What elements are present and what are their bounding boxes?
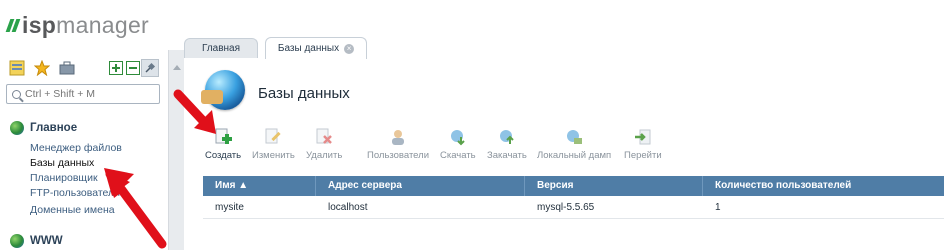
local-dump-label: Локальный дамп [537, 150, 612, 161]
sidebar-section-main-label: Главное [30, 122, 78, 134]
search-icon [12, 89, 21, 99]
users-button[interactable]: Пользователи [367, 128, 429, 161]
edit-button[interactable]: Изменить [252, 128, 295, 161]
logo-text: ispmanager [22, 12, 149, 39]
goto-button[interactable]: Перейти [624, 128, 662, 161]
cell-user-count: 1 [715, 202, 721, 213]
users-label: Пользователи [367, 150, 430, 161]
favorites-star-icon[interactable] [34, 60, 50, 76]
local-dump-icon [567, 130, 583, 144]
page-title: Базы данных [258, 85, 350, 102]
create-label: Создать [205, 150, 242, 161]
column-header-name[interactable]: Имя ▲ [203, 176, 316, 196]
expand-all-icon[interactable] [108, 60, 124, 76]
cell-version: mysql-5.5.65 [537, 202, 595, 213]
column-header-user-count[interactable]: Количество пользователей [703, 176, 944, 196]
goto-icon [634, 129, 651, 145]
www-globe-icon [10, 234, 24, 248]
upload-label: Закачать [487, 150, 527, 161]
collapse-arrow-icon[interactable] [173, 65, 181, 70]
sidebar-section-main[interactable]: Главное [10, 121, 77, 135]
briefcase-icon[interactable] [59, 60, 75, 76]
users-icon [392, 130, 404, 145]
table-row[interactable]: mysite localhost mysql-5.5.65 1 [203, 198, 944, 219]
table-header: Имя ▲ Адрес сервера Версия Количество по… [203, 176, 944, 196]
tab-databases-label: Базы данных [277, 43, 340, 54]
logo-part1: isp [22, 11, 57, 38]
edit-icon [265, 128, 282, 144]
collapse-all-icon[interactable] [125, 60, 141, 76]
sidebar-item-scheduler[interactable]: Планировщик [30, 172, 98, 184]
edit-label: Изменить [252, 150, 295, 161]
upload-icon [499, 130, 514, 144]
sidebar-item-file-manager[interactable]: Менеджер файлов [30, 142, 122, 154]
search-field[interactable] [6, 84, 160, 104]
download-label: Скачать [440, 150, 476, 161]
sidebar-item-databases[interactable]: Базы данных [30, 157, 94, 169]
download-button[interactable]: Скачать [440, 128, 476, 161]
column-header-version[interactable]: Версия [525, 176, 703, 196]
upload-button[interactable]: Закачать [487, 128, 527, 161]
tree-view-icon[interactable] [9, 60, 25, 76]
goto-label: Перейти [624, 150, 662, 161]
panel-splitter[interactable] [168, 50, 185, 250]
tab-main-label: Главная [201, 43, 241, 54]
local-dump-button[interactable]: Локальный дамп [537, 128, 611, 161]
cell-server: localhost [328, 202, 368, 213]
search-input[interactable] [21, 87, 157, 101]
annotation-arrow-sidebar-icon [104, 168, 167, 249]
cell-name: mysite [215, 202, 244, 213]
delete-label: Удалить [306, 150, 343, 161]
sidebar-item-domains[interactable]: Доменные имена [30, 204, 115, 216]
annotation-arrow-create-icon [173, 89, 216, 134]
sidebar-section-www[interactable]: WWW [10, 234, 63, 248]
globe-icon [10, 121, 24, 135]
logo-mark-icon [5, 18, 21, 32]
app-logo: ispmanager [5, 10, 149, 40]
tab-databases[interactable]: Базы данных × [265, 37, 367, 59]
delete-button[interactable]: Удалить [306, 128, 342, 161]
column-header-server[interactable]: Адрес сервера [316, 176, 525, 196]
sidebar-section-www-label: WWW [30, 235, 63, 247]
delete-icon [316, 128, 333, 144]
close-tab-icon[interactable]: × [344, 43, 355, 54]
tab-main[interactable]: Главная [184, 38, 258, 58]
logo-part2: manager [56, 11, 150, 38]
download-icon [450, 130, 465, 146]
pin-icon[interactable] [141, 59, 159, 77]
